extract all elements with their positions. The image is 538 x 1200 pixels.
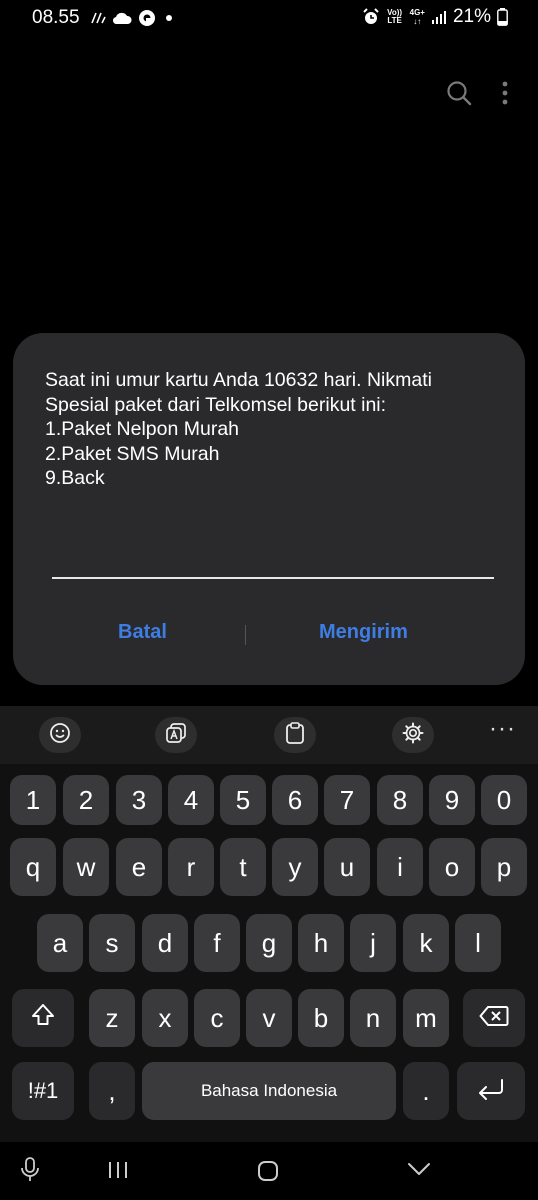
clipboard-icon	[285, 721, 305, 749]
network-4g-icon: 4G+ ↓↑	[409, 8, 425, 26]
volte-icon: Vo)) LTE	[387, 8, 403, 25]
key-n[interactable]: n	[350, 989, 396, 1047]
microphone-icon[interactable]	[20, 1156, 40, 1189]
key-4[interactable]: 4	[168, 775, 214, 825]
key-m[interactable]: m	[403, 989, 449, 1047]
more-options-icon[interactable]	[502, 81, 508, 110]
backspace-icon	[479, 1003, 509, 1034]
keyboard-settings-button[interactable]	[392, 717, 434, 753]
recent-apps-icon[interactable]	[107, 1159, 129, 1186]
keyboard-hide-icon[interactable]	[406, 1160, 432, 1183]
key-o[interactable]: o	[429, 838, 475, 896]
key-x[interactable]: x	[142, 989, 188, 1047]
search-icon[interactable]	[446, 80, 472, 111]
battery-percent: 21%	[452, 6, 491, 27]
emoji-icon	[49, 722, 71, 749]
status-left-icons	[90, 9, 176, 27]
key-t[interactable]: t	[220, 838, 266, 896]
comma-key[interactable]: ,	[89, 1062, 135, 1120]
symbols-key[interactable]: !#1	[12, 1062, 74, 1120]
key-3[interactable]: 3	[116, 775, 162, 825]
more-icon[interactable]: ···	[489, 717, 516, 741]
key-y[interactable]: y	[272, 838, 318, 896]
key-2[interactable]: 2	[63, 775, 109, 825]
app-actions	[446, 80, 508, 111]
backspace-key[interactable]	[463, 989, 525, 1047]
key-q[interactable]: q	[10, 838, 56, 896]
key-s[interactable]: s	[89, 914, 135, 972]
status-time: 08.55	[32, 7, 80, 28]
cloud-icon	[112, 11, 132, 25]
status-right-icons: Vo)) LTE 4G+ ↓↑ 21%	[362, 6, 508, 28]
key-b[interactable]: b	[298, 989, 344, 1047]
key-6[interactable]: 6	[272, 775, 318, 825]
enter-icon	[476, 1076, 506, 1107]
keyboard-toolbar: ···	[0, 706, 538, 764]
button-divider	[245, 625, 246, 645]
key-u[interactable]: u	[324, 838, 370, 896]
home-icon[interactable]	[256, 1159, 280, 1188]
key-l[interactable]: l	[455, 914, 501, 972]
key-e[interactable]: e	[116, 838, 162, 896]
ussd-dialog: Saat ini umur kartu Anda 10632 hari. Nik…	[13, 333, 525, 685]
sticker-translate-icon	[165, 722, 187, 749]
key-f[interactable]: f	[194, 914, 240, 972]
signal-activity-icon	[90, 11, 106, 25]
send-button[interactable]: Mengirim	[319, 621, 408, 644]
key-z[interactable]: z	[89, 989, 135, 1047]
translate-button[interactable]	[155, 717, 197, 753]
key-p[interactable]: p	[481, 838, 527, 896]
keyboard: 1 2 3 4 5 6 7 8 9 0 q w e r t y u i o p …	[0, 764, 538, 1142]
clipboard-button[interactable]	[274, 717, 316, 753]
signal-bars-icon	[431, 9, 447, 25]
key-5[interactable]: 5	[220, 775, 266, 825]
key-c[interactable]: c	[194, 989, 240, 1047]
alarm-icon	[362, 8, 380, 26]
status-bar: 08.55 Vo)) LTE 4G+ ↓↑ 21%	[0, 0, 538, 36]
key-g[interactable]: g	[246, 914, 292, 972]
space-key[interactable]: Bahasa Indonesia	[142, 1062, 396, 1120]
enter-key[interactable]	[457, 1062, 525, 1120]
location-app-icon	[138, 9, 156, 27]
key-r[interactable]: r	[168, 838, 214, 896]
navigation-bar	[0, 1142, 538, 1200]
data-arrows-icon: ↓↑	[413, 17, 422, 26]
period-key[interactable]: .	[403, 1062, 449, 1120]
shift-key[interactable]	[12, 989, 74, 1047]
dot-icon	[162, 11, 176, 25]
battery-icon	[497, 8, 508, 26]
key-8[interactable]: 8	[377, 775, 423, 825]
key-w[interactable]: w	[63, 838, 109, 896]
shift-icon	[30, 1002, 56, 1035]
emoji-button[interactable]	[39, 717, 81, 753]
cancel-button[interactable]: Batal	[118, 621, 167, 644]
key-d[interactable]: d	[142, 914, 188, 972]
ussd-message: Saat ini umur kartu Anda 10632 hari. Nik…	[45, 369, 432, 489]
reply-input[interactable]	[52, 577, 494, 579]
key-1[interactable]: 1	[10, 775, 56, 825]
key-v[interactable]: v	[246, 989, 292, 1047]
settings-icon	[402, 722, 424, 749]
key-0[interactable]: 0	[481, 775, 527, 825]
key-7[interactable]: 7	[324, 775, 370, 825]
key-h[interactable]: h	[298, 914, 344, 972]
key-k[interactable]: k	[403, 914, 449, 972]
key-a[interactable]: a	[37, 914, 83, 972]
key-j[interactable]: j	[350, 914, 396, 972]
key-9[interactable]: 9	[429, 775, 475, 825]
key-i[interactable]: i	[377, 838, 423, 896]
